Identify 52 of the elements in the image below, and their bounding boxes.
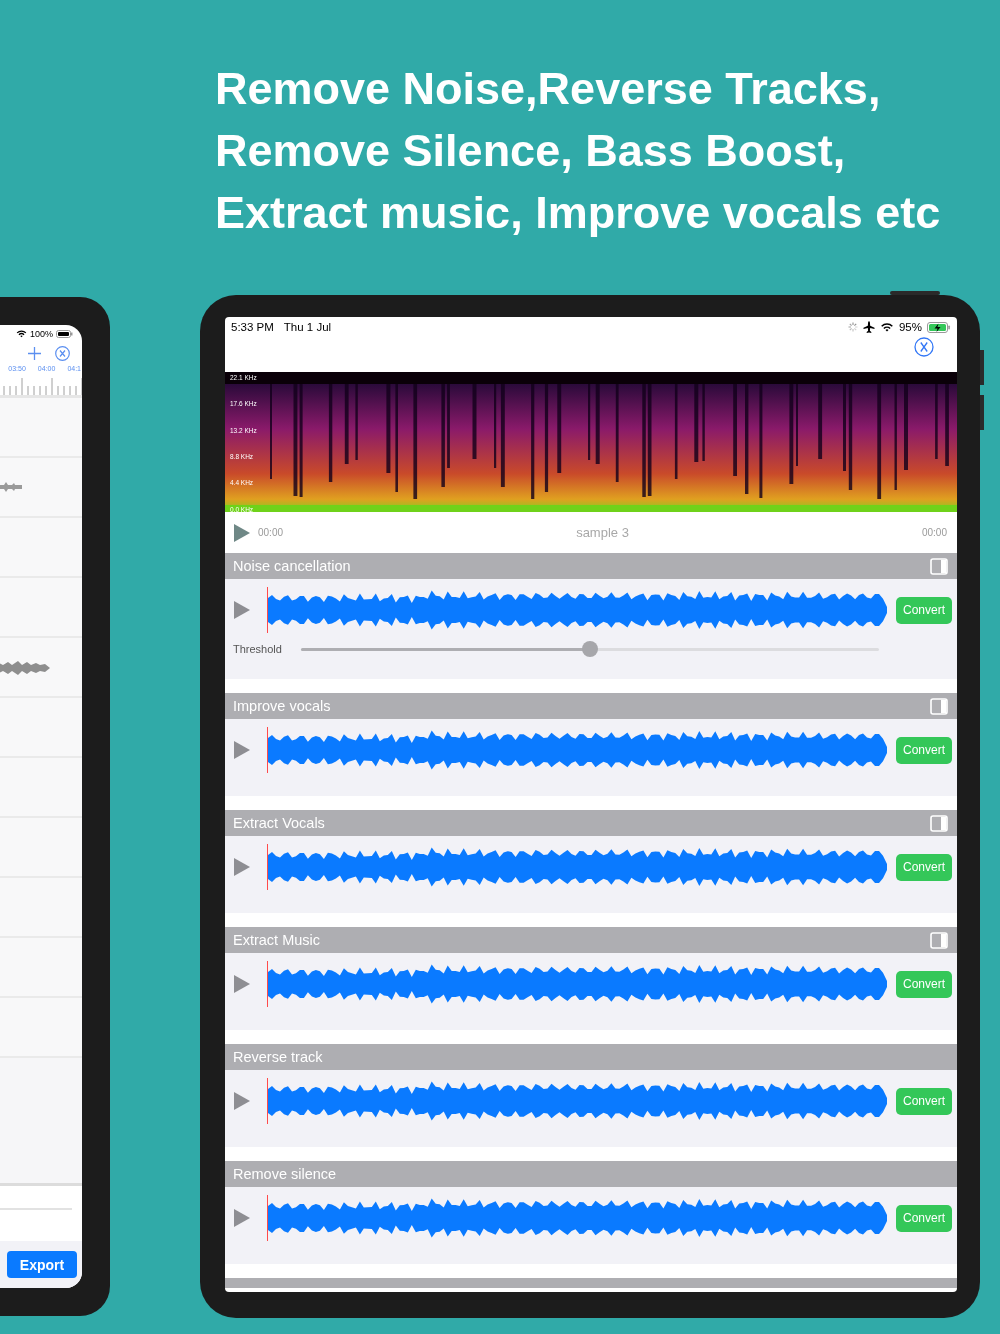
battery-percent: 95% <box>898 321 922 333</box>
plus-icon[interactable] <box>28 347 41 360</box>
battery-icon <box>56 329 73 338</box>
convert-button[interactable]: Convert <box>896 596 952 624</box>
status-date: Thu 1 Jul <box>283 321 332 333</box>
play-icon[interactable] <box>234 1209 250 1227</box>
section-title: Remove silence <box>233 1166 337 1182</box>
wifi-icon <box>879 322 894 332</box>
playhead-line <box>267 961 268 1007</box>
checkbox[interactable] <box>930 557 948 575</box>
duration-time: 00:00 <box>921 527 947 538</box>
status-time: 5:33 PM <box>231 321 274 333</box>
convert-button[interactable]: Convert <box>896 1087 952 1115</box>
play-icon[interactable] <box>234 975 250 993</box>
headline-line: Extract music, Improve vocals etc <box>215 186 942 240</box>
export-button[interactable]: Export <box>7 1251 77 1278</box>
activity-spinner-icon <box>847 322 858 332</box>
play-icon[interactable] <box>234 1092 250 1110</box>
battery-charging-icon <box>927 321 951 333</box>
convert-button[interactable]: Convert <box>896 1204 952 1232</box>
track-title: sample 3 <box>575 525 630 540</box>
convert-button[interactable]: Convert <box>896 853 952 881</box>
section-title: Extract Music <box>233 932 320 948</box>
elapsed-time: 00:00 <box>258 527 284 538</box>
headline-line: Remove Noise,Reverse Tracks, <box>215 62 882 116</box>
checkbox[interactable] <box>930 814 948 832</box>
play-icon[interactable] <box>234 741 250 759</box>
headline-line: Remove Silence, Bass Boost, <box>215 124 847 178</box>
play-icon[interactable] <box>234 523 250 542</box>
airplane-icon <box>862 321 875 333</box>
section-title: Noise cancellation <box>233 558 351 574</box>
playhead-line <box>267 727 268 773</box>
close-button[interactable] <box>914 337 934 357</box>
playhead-line <box>267 1195 268 1241</box>
convert-button[interactable]: Convert <box>896 736 952 764</box>
section-title: Extract Vocals <box>233 815 325 831</box>
close-icon[interactable] <box>55 346 70 361</box>
slider-thumb[interactable] <box>581 641 598 657</box>
section-title: Reverse track <box>233 1049 323 1065</box>
slider-label: Threshold <box>233 643 282 655</box>
playhead-line <box>267 1078 268 1124</box>
checkbox[interactable] <box>930 697 948 715</box>
play-icon[interactable] <box>234 601 250 619</box>
convert-button[interactable]: Convert <box>896 970 952 998</box>
section-title: Improve vocals <box>233 698 331 714</box>
wifi-icon <box>15 329 27 338</box>
play-icon[interactable] <box>234 858 250 876</box>
checkbox[interactable] <box>930 931 948 949</box>
playhead-line <box>267 844 268 890</box>
playhead-line <box>267 587 268 633</box>
battery-percent: 100% <box>29 328 53 339</box>
waveform-clip <box>0 482 22 492</box>
